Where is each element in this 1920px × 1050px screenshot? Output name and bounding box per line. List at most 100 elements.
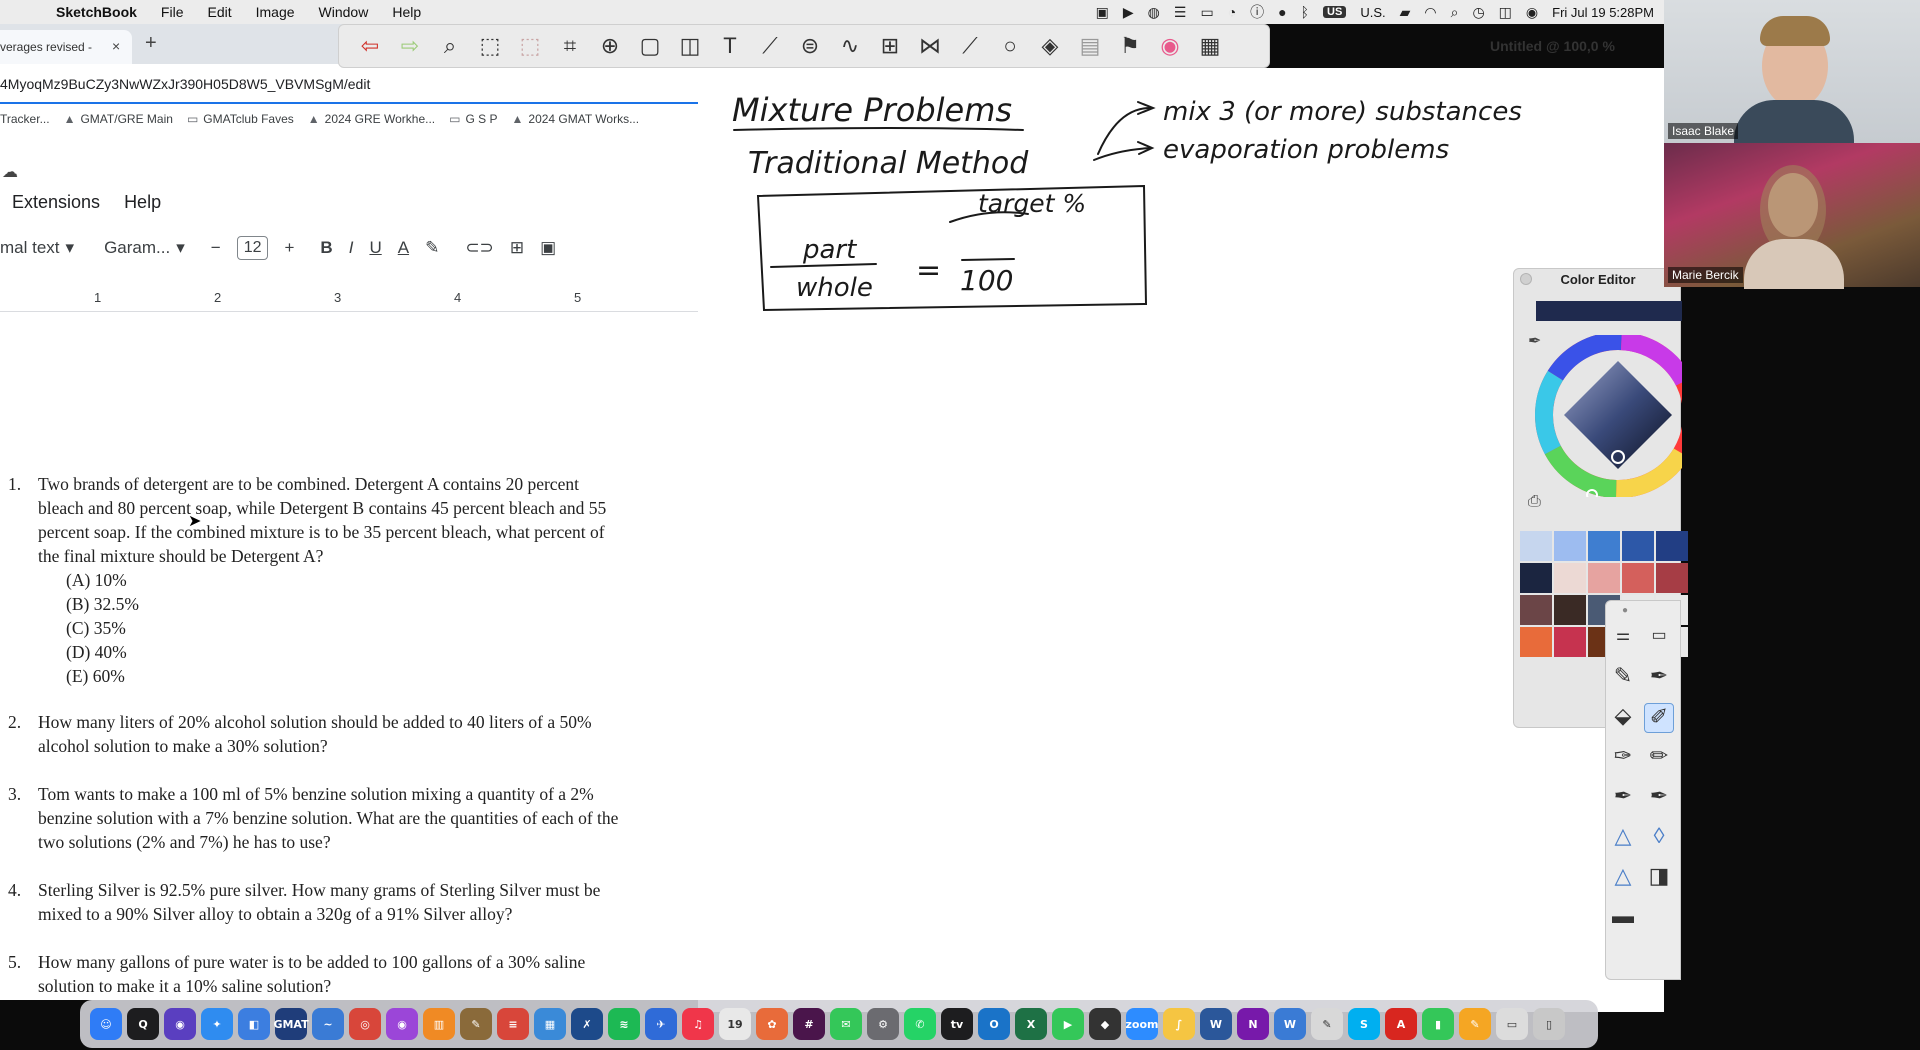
color-swatch[interactable] [1520,531,1552,561]
smudge-brush-icon[interactable]: △ [1608,863,1638,893]
dock-app-sketchbook-icon[interactable]: ✗ [571,1008,603,1040]
underline-icon[interactable]: U [369,238,381,258]
font-select[interactable]: Garam... ▾ [104,238,185,258]
timer-icon[interactable]: ◔ [1228,4,1236,20]
dock-app-pages-icon[interactable]: ✎ [1459,1008,1491,1040]
increase-font-button[interactable]: + [284,238,294,258]
french-curve-icon[interactable]: ∿ [835,33,865,59]
color-swatch[interactable] [1520,563,1552,593]
dock-app-settings-icon[interactable]: ⚙ [867,1008,899,1040]
display-icon[interactable]: ▭ [1200,4,1213,21]
airbrush-icon[interactable]: ⬙ [1608,703,1638,733]
redo-icon[interactable]: ⇨ [395,33,425,59]
video-tile-1[interactable]: Isaac Blake [1664,0,1920,160]
dock-app-spotify-icon[interactable]: ≋ [608,1008,640,1040]
dock-app-grid-icon[interactable]: ▦ [534,1008,566,1040]
dock-app-notes-icon[interactable]: ∫ [1163,1008,1195,1040]
grid-palette-icon[interactable]: ▦ [1195,33,1225,59]
text-icon[interactable]: T [715,33,745,59]
ballpoint-brush-icon[interactable]: ✐ [1644,703,1674,733]
address-bar[interactable]: 4MyoqMz9BuCZy3NwWZxJr390H05D8W5_VBVMSgM/… [0,64,698,104]
color-wheel[interactable] [1526,335,1682,497]
dock-app-music-icon[interactable]: ♫ [682,1008,714,1040]
dock-app-gmat-prep-icon[interactable]: GMAT [273,1008,309,1040]
siri-icon[interactable]: ◉ [1526,4,1538,21]
circle-icon[interactable]: ○ [995,33,1025,59]
shapes-icon[interactable]: ◈ [1035,33,1065,59]
perspective-icon[interactable]: ⊞ [875,33,905,59]
brush-settings-icon[interactable]: ⚌ [1608,625,1638,655]
bookmark-gsp[interactable]: ▭ G S P [449,112,497,126]
line-icon[interactable]: ⟋ [955,33,985,59]
blur-brush-icon[interactable]: ◊ [1644,823,1674,853]
dock-app-numbers-icon[interactable]: ▮ [1422,1008,1454,1040]
input-source-badge[interactable]: US [1323,6,1347,18]
color-swatch[interactable] [1622,531,1654,561]
control-center-icon[interactable]: ◫ [1499,4,1512,21]
pencil-brush-icon[interactable]: ✎ [1608,663,1638,693]
menu-app-name[interactable]: SketchBook [44,4,149,20]
new-tab-button[interactable]: + [145,32,157,55]
dock-app-slack-icon[interactable]: # [793,1008,825,1040]
fill-brush-icon[interactable]: ◨ [1644,863,1674,893]
crop-icon[interactable]: ⌗ [555,33,585,59]
color-swatch[interactable] [1554,563,1586,593]
dock-app-shortcuts-icon[interactable]: ◆ [1089,1008,1121,1040]
dock-app-writer-icon[interactable]: W [1274,1008,1306,1040]
user-icon[interactable]: ● [1278,4,1286,20]
paste-icon[interactable]: ⬚ [515,33,545,59]
dock-app-books-icon[interactable]: ▥ [423,1008,455,1040]
dock-app-xcode-icon[interactable]: ✈ [645,1008,677,1040]
layers-icon[interactable]: ▤ [1075,33,1105,59]
text-color-icon[interactable]: A [398,238,409,258]
battery-icon[interactable]: ▰ [1400,4,1411,21]
bold-icon[interactable]: B [320,238,332,258]
clock-icon[interactable]: ◷ [1472,4,1484,21]
stack-icon[interactable]: ☰ [1174,4,1187,21]
tab-close-icon[interactable]: × [112,38,120,54]
style-select[interactable]: mal text ▾ [0,238,74,258]
image-icon[interactable]: ▣ [540,238,556,258]
bookmark-gmat-works[interactable]: ▲ 2024 GMAT Works... [512,112,640,126]
color-swatch[interactable] [1588,531,1620,561]
menu-edit[interactable]: Edit [195,4,243,20]
comment-icon[interactable]: ⊞ [510,238,524,258]
decrease-font-button[interactable]: − [211,238,221,258]
bookmark-gre-workhe[interactable]: ▲ 2024 GRE Workhe... [308,112,435,126]
color-swatch[interactable] [1520,595,1552,625]
font-size-input[interactable]: 12 [236,236,269,260]
screen-share-icon[interactable]: ▣ [1096,4,1109,21]
bluetooth-icon[interactable]: ᛒ [1301,4,1309,20]
dock-app-photos-icon[interactable]: ✿ [756,1008,788,1040]
menu-help[interactable]: Help [380,4,433,20]
pen-brush-icon[interactable]: ✑ [1608,743,1638,773]
brush-library-icon[interactable]: ⚑ [1115,33,1145,59]
dock-app-trash-icon[interactable]: ▯ [1533,1008,1565,1040]
fine-pen-brush-icon[interactable]: ✏ [1644,743,1674,773]
bookmark-tracker[interactable]: Tracker... [0,112,50,126]
ellipse-guide-icon[interactable]: ⊜ [795,33,825,59]
inking-brush-icon[interactable]: ✒ [1608,783,1638,813]
color-swatch[interactable] [1554,595,1586,625]
menu-image[interactable]: Image [244,4,307,20]
color-swatch[interactable] [1554,531,1586,561]
cloud-status-icon[interactable]: ☁ [2,162,18,182]
calligraphy-brush-icon[interactable]: ✒ [1644,783,1674,813]
dock-app-finder-icon[interactable]: ☺ [90,1008,122,1040]
dock-app-siri-icon[interactable]: ◉ [164,1008,196,1040]
dock-app-acrobat-icon[interactable]: A [1385,1008,1417,1040]
highlight-icon[interactable]: ✎ [425,238,439,258]
color-swatch[interactable] [1622,563,1654,593]
dock-app-downloads-icon[interactable]: ▭ [1496,1008,1528,1040]
dock-app-messages-icon[interactable]: ✉ [830,1008,862,1040]
search-icon[interactable]: ⌕ [1451,4,1459,21]
zoom-status-icon[interactable]: ▶ [1123,4,1134,21]
menu-extensions[interactable]: Extensions [12,192,100,213]
dock-app-skype-icon[interactable]: S [1348,1008,1380,1040]
info-icon[interactable]: ⓘ [1250,2,1264,22]
distort-icon[interactable]: ▢ [635,33,665,59]
menu-window[interactable]: Window [307,4,381,20]
bookmark-gmatclub-faves[interactable]: ▭ GMATclub Faves [187,112,294,126]
transform-icon[interactable]: ⊕ [595,33,625,59]
dock-app-appletv-icon[interactable]: tv [941,1008,973,1040]
